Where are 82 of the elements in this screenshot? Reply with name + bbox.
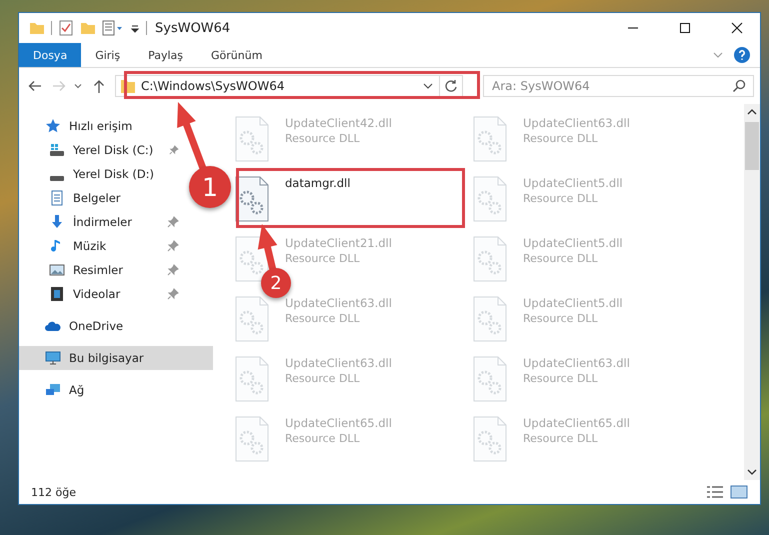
nav-label: Müzik: [73, 239, 106, 253]
nav-item[interactable]: Ağ: [19, 378, 213, 402]
down-arrow-icon: [49, 214, 65, 230]
file-name: UpdateClient63.dll: [523, 356, 630, 370]
film-icon: [49, 286, 65, 302]
document-icon: [49, 190, 65, 206]
monitor-icon: [45, 350, 61, 366]
ribbon-tab[interactable]: Giriş: [81, 43, 134, 67]
file-name: UpdateClient5.dll: [523, 236, 623, 250]
picture-icon: [49, 262, 65, 278]
search-icon: [732, 79, 746, 93]
scroll-up-icon[interactable]: [747, 108, 757, 116]
file-type: Resource DLL: [285, 132, 361, 145]
large-icons-view-icon[interactable]: [730, 485, 748, 499]
file-name: UpdateClient21.dll: [285, 236, 392, 250]
pin-icon[interactable]: [167, 288, 179, 300]
network-icon: [45, 382, 61, 398]
search-field[interactable]: Ara: SysWOW64: [483, 75, 754, 97]
file-name: UpdateClient63.dll: [285, 356, 392, 370]
nav-item[interactable]: Yerel Disk (D:): [19, 162, 185, 186]
scrollbar-thumb[interactable]: [745, 122, 759, 170]
properties-icon[interactable]: [102, 20, 124, 36]
nav-item[interactable]: OneDrive: [19, 314, 213, 338]
ribbon-tab[interactable]: Görünüm: [197, 43, 276, 67]
item-count: 112 öğe: [31, 486, 76, 498]
drive-icon: [49, 142, 65, 158]
nav-item[interactable]: Videolar: [19, 282, 185, 306]
file-type: Resource DLL: [523, 252, 599, 265]
file-type: Resource DLL: [523, 372, 599, 385]
file-type: Resource DLL: [523, 192, 599, 205]
pin-icon[interactable]: [167, 264, 179, 276]
maximize-icon: [679, 22, 691, 34]
nav-label: İndirmeler: [73, 215, 132, 229]
file-type: Resource DLL: [285, 372, 361, 385]
nav-item[interactable]: Yerel Disk (C:): [19, 138, 185, 162]
nav-label: Yerel Disk (D:): [73, 167, 154, 181]
nav-label: Belgeler: [73, 191, 121, 205]
nav-item[interactable]: Resimler: [19, 258, 185, 282]
nav-label: Resimler: [73, 263, 123, 277]
file-type: Resource DLL: [285, 312, 361, 325]
pin-icon[interactable]: [167, 240, 179, 252]
refresh-icon: [444, 79, 458, 93]
pin-icon[interactable]: [167, 216, 179, 228]
file-name: UpdateClient63.dll: [285, 296, 392, 310]
nav-item[interactable]: Bu bilgisayar: [19, 346, 213, 370]
nav-item[interactable]: Müzik: [19, 234, 185, 258]
nav-label: Bu bilgisayar: [69, 351, 144, 365]
nav-label: Videolar: [73, 287, 120, 301]
help-icon[interactable]: [734, 47, 750, 63]
nav-item[interactable]: İndirmeler: [19, 210, 185, 234]
file-type: Resource DLL: [523, 432, 599, 445]
recent-caret-icon[interactable]: [73, 81, 83, 91]
address-field[interactable]: C:\Windows\SysWOW64: [115, 75, 463, 97]
drive-icon: [49, 174, 65, 182]
nav-label: OneDrive: [69, 319, 124, 333]
file-name: UpdateClient42.dll: [285, 116, 392, 130]
file-name: UpdateClient63.dll: [523, 116, 630, 130]
scroll-down-icon[interactable]: [747, 468, 757, 476]
pin-icon[interactable]: [169, 144, 179, 156]
nav-label: Yerel Disk (C:): [73, 143, 154, 157]
file-type: Resource DLL: [285, 252, 361, 265]
nav-label: Hızlı erişim: [69, 119, 132, 133]
file-type: Resource DLL: [523, 312, 599, 325]
file-type: Resource DLL: [285, 432, 361, 445]
file-type: Resource DLL: [523, 132, 599, 145]
details-view-icon[interactable]: [706, 485, 724, 499]
star-icon: [45, 118, 61, 134]
address-path: C:\Windows\SysWOW64: [141, 79, 286, 93]
ribbon-tab[interactable]: Dosya: [19, 43, 82, 67]
file-name: UpdateClient65.dll: [285, 416, 392, 430]
window-title: SysWOW64: [155, 20, 230, 36]
file-name: UpdateClient5.dll: [523, 176, 623, 190]
checklist-icon[interactable]: [58, 20, 74, 36]
scrollbar[interactable]: [744, 104, 760, 480]
file-name: UpdateClient65.dll: [523, 416, 630, 430]
ribbon-tab[interactable]: Paylaş: [134, 43, 197, 67]
nav-item[interactable]: Hızlı erişim: [19, 114, 213, 138]
nav-item[interactable]: Belgeler: [19, 186, 185, 210]
file-name: UpdateClient5.dll: [523, 296, 623, 310]
file-name: datamgr.dll: [285, 176, 350, 190]
nav-label: Ağ: [69, 383, 84, 397]
close-icon: [731, 22, 743, 34]
